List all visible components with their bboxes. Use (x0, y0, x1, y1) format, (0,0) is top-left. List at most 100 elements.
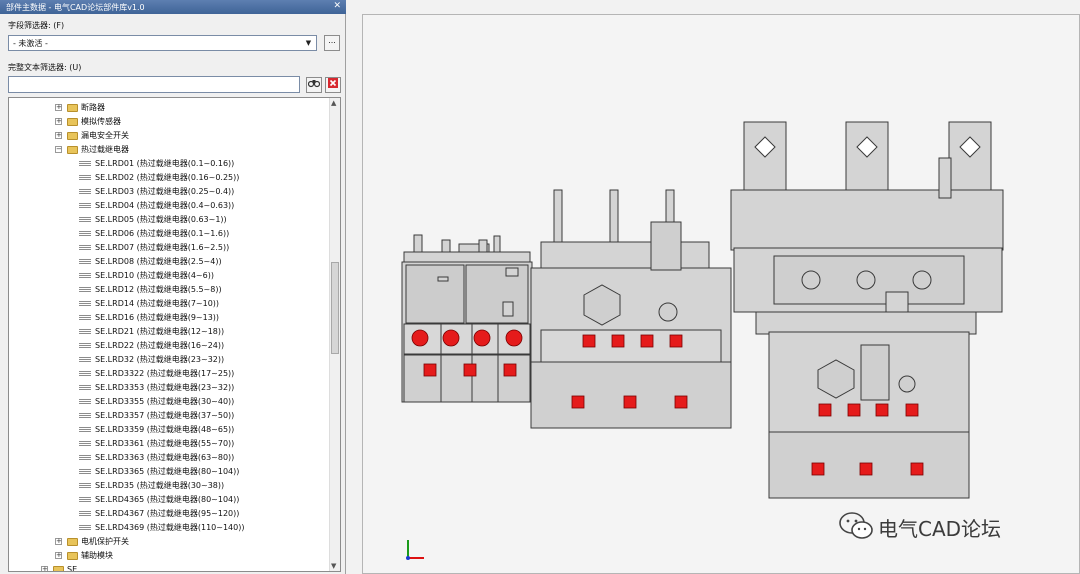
tree-label: 断路器 (81, 103, 105, 112)
tree-label: SE.LRD01 (热过载继电器(0.1~0.16)) (95, 159, 235, 168)
part-icon (79, 315, 91, 320)
part-icon (79, 287, 91, 292)
watermark: 电气CAD论坛 (838, 511, 1054, 541)
binoculars-icon[interactable] (306, 77, 322, 93)
tree-label: SE.LRD3365 (热过载继电器(80~104)) (95, 467, 240, 476)
part-icon (79, 427, 91, 432)
panel-titlebar[interactable]: 部件主数据 - 电气CAD论坛部件库v1.0 ✕ (0, 0, 346, 14)
part-icon (79, 203, 91, 208)
part-icon (79, 385, 91, 390)
parts-tree: + 断路器 + 模拟传感器 + 漏电安全开关 − 热过载继电器 SE.LRD01 (热过载继电器… (8, 97, 341, 572)
text-filter-label: 完整文本筛选器: (U) (8, 63, 82, 72)
part-icon (79, 455, 91, 460)
chevron-down-icon[interactable]: ▼ (303, 37, 314, 49)
tree-label: SE.LRD22 (热过载继电器(16~24)) (95, 341, 225, 350)
tree-label: SE.LRD3322 (热过载继电器(17~25)) (95, 369, 235, 378)
scroll-thumb[interactable] (331, 262, 339, 354)
part-icon (79, 259, 91, 264)
tree-label: SE.LRD06 (热过载继电器(0.1~1.6)) (95, 229, 230, 238)
tree-label: SE.LRD21 (热过载继电器(12~18)) (95, 327, 225, 336)
scroll-up-icon[interactable]: ▲ (331, 99, 336, 107)
part-icon (79, 217, 91, 222)
folder-icon (67, 132, 78, 140)
tree-label: SE.LRD3353 (热过载继电器(23~32)) (95, 383, 235, 392)
part-icon (79, 175, 91, 180)
part-icon (79, 357, 91, 362)
part-icon (79, 525, 91, 530)
tree-label: SE.LRD3357 (热过载继电器(37~50)) (95, 411, 235, 420)
expand-icon[interactable]: + (55, 552, 62, 559)
tree-label: 辅助模块 (81, 551, 113, 560)
tree-label: SE.LRD4365 (热过载继电器(80~104)) (95, 495, 240, 504)
part-icon (79, 497, 91, 502)
tree-label: SE.LRD32 (热过载继电器(23~32)) (95, 355, 225, 364)
clear-filter-icon[interactable] (325, 77, 341, 93)
field-filter-label: 字段筛选器: (F) (8, 21, 65, 30)
expand-icon[interactable]: + (55, 538, 62, 545)
folder-icon (67, 118, 78, 126)
part-icon (79, 413, 91, 418)
part-icon (79, 161, 91, 166)
expand-icon[interactable]: + (55, 104, 62, 111)
folder-icon (53, 566, 64, 571)
tree-label: SE.LRD4367 (热过载继电器(95~120)) (95, 509, 240, 518)
tree-label: SE (67, 565, 78, 572)
close-icon[interactable]: ✕ (333, 1, 341, 11)
tree-label: SE.LRD08 (热过载继电器(2.5~4)) (95, 257, 222, 266)
panel-title: 部件主数据 - 电气CAD论坛部件库v1.0 (6, 3, 145, 12)
folder-icon (67, 552, 78, 560)
tree-scrollbar[interactable]: ▲ ▼ (329, 98, 340, 571)
field-filter-value: - 未激活 - (13, 39, 48, 48)
part-icon (79, 273, 91, 278)
relay-large (730, 121, 1004, 499)
tree-label: SE.LRD14 (热过载继电器(7~10)) (95, 299, 220, 308)
tree-label: 模拟传感器 (81, 117, 121, 126)
parts-panel: 部件主数据 - 电气CAD论坛部件库v1.0 ✕ 字段筛选器: (F) - 未激… (0, 0, 346, 574)
part-icon (79, 329, 91, 334)
part-icon (79, 301, 91, 306)
tree-label: SE.LRD3363 (热过载继电器(63~80)) (95, 453, 235, 462)
tree-label: SE.LRD07 (热过载继电器(1.6~2.5)) (95, 243, 230, 252)
part-icon (79, 371, 91, 376)
part-icon (79, 441, 91, 446)
relay-medium (530, 189, 732, 429)
collapse-icon[interactable]: − (55, 146, 62, 153)
part-icon (79, 483, 91, 488)
expand-icon[interactable]: + (55, 132, 62, 139)
folder-icon (67, 104, 78, 112)
tree-label: SE.LRD10 (热过载继电器(4~6)) (95, 271, 214, 280)
watermark-text: 电气CAD论坛 (878, 517, 1002, 541)
tree-label: SE.LRD3359 (热过载继电器(48~65)) (95, 425, 235, 434)
overload-relay-drawing (401, 121, 1004, 560)
scroll-down-icon[interactable]: ▼ (331, 562, 336, 570)
relay-small (401, 234, 533, 403)
axis-gizmo-icon (406, 540, 424, 560)
folder-icon (67, 538, 78, 546)
tree-label: SE.LRD04 (热过载继电器(0.4~0.63)) (95, 201, 235, 210)
tree-label: SE.LRD35 (热过载继电器(30~38)) (95, 481, 225, 490)
part-icon (79, 245, 91, 250)
tree-label: SE.LRD02 (热过载继电器(0.16~0.25)) (95, 173, 240, 182)
part-icon (79, 231, 91, 236)
folder-icon (67, 146, 78, 154)
field-filter-dropdown[interactable]: - 未激活 - ▼ (8, 35, 317, 51)
expand-icon[interactable]: + (55, 118, 62, 125)
tree-label: SE.LRD05 (热过载继电器(0.63~1)) (95, 215, 227, 224)
tree-label: 电机保护开关 (81, 537, 129, 546)
tree-label: 热过载继电器 (81, 145, 129, 154)
expand-icon[interactable]: + (41, 566, 48, 571)
part-icon (79, 399, 91, 404)
tree-label: SE.LRD3361 (热过载继电器(55~70)) (95, 439, 235, 448)
wechat-icon (839, 512, 873, 539)
tree-label: SE.LRD16 (热过载继电器(9~13)) (95, 313, 220, 322)
field-filter-more-button[interactable]: ... (324, 35, 340, 51)
tree-label: SE.LRD12 (热过载继电器(5.5~8)) (95, 285, 222, 294)
part-icon (79, 469, 91, 474)
tree-label: 漏电安全开关 (81, 131, 129, 140)
part-icon (79, 343, 91, 348)
part-icon (79, 189, 91, 194)
text-filter-input[interactable] (8, 76, 300, 93)
tree-label: SE.LRD3355 (热过载继电器(30~40)) (95, 397, 235, 406)
part-icon (79, 511, 91, 516)
tree-label: SE.LRD4369 (热过载继电器(110~140)) (95, 523, 245, 532)
